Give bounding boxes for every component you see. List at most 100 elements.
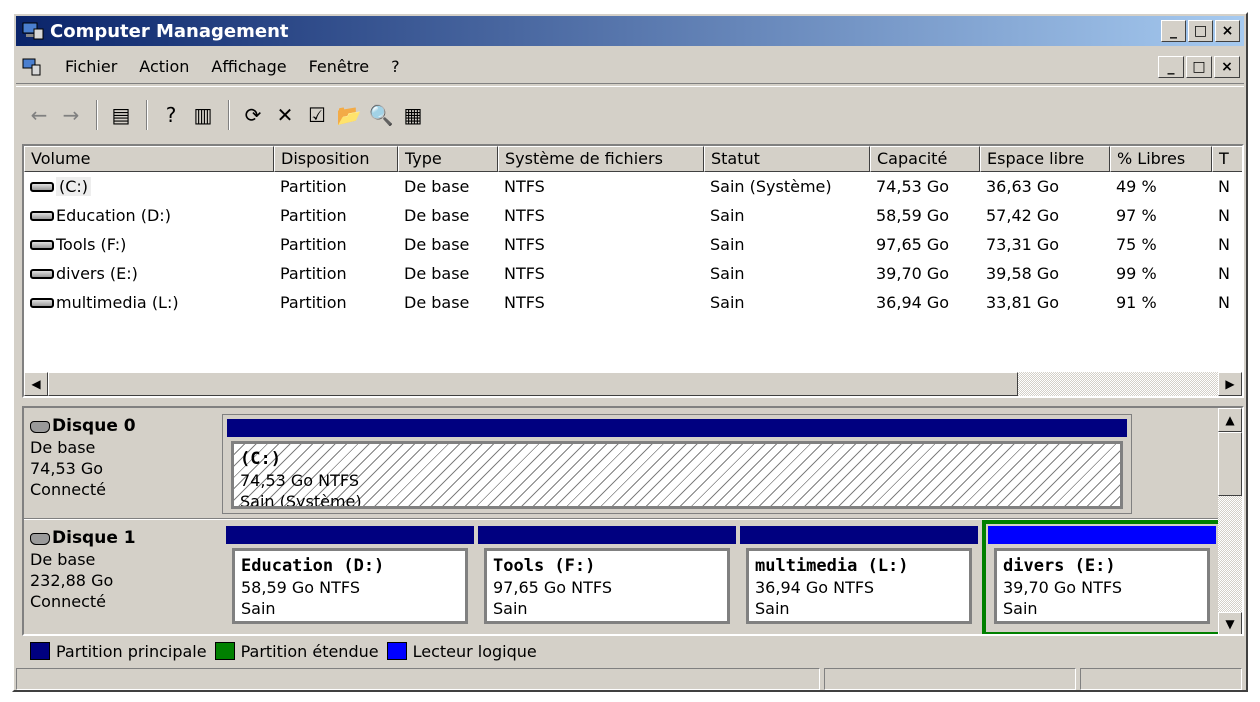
arrow-up-icon: ▲: [1225, 413, 1235, 427]
refresh-button[interactable]: ⟳: [238, 100, 268, 130]
computer-management-window: Computer Management _ □ × Fichier Action…: [12, 12, 1248, 692]
partition-status: Sain: [493, 599, 528, 618]
disk-graphical-view: Disque 0 De base 74,53 Go Connecté (C:) …: [22, 406, 1244, 636]
disposition-cell: Partition: [280, 206, 347, 225]
drive-icon: [30, 239, 54, 250]
disk-icon: [30, 532, 50, 545]
partition-size: 36,94 Go NTFS: [755, 578, 874, 597]
menu-help[interactable]: ?: [380, 57, 411, 76]
refresh-icon: ⟳: [244, 102, 262, 127]
properties-icon: ☑: [308, 102, 326, 127]
back-button[interactable]: ←: [24, 100, 54, 130]
disk-tool-button[interactable]: ▦: [398, 100, 428, 130]
close-button[interactable]: ×: [1215, 20, 1240, 42]
free-space-cell: 36,63 Go: [986, 177, 1060, 196]
delete-button[interactable]: ✕: [270, 100, 300, 130]
column-header-status[interactable]: Statut: [704, 146, 870, 172]
free-space-cell: 39,58 Go: [986, 264, 1060, 283]
capacity-cell: 97,65 Go: [876, 235, 950, 254]
vertical-scroll-thumb[interactable]: [1218, 432, 1242, 496]
status-cell: Sain: [710, 264, 745, 283]
forward-button[interactable]: →: [56, 100, 86, 130]
type-cell: De base: [404, 206, 470, 225]
partition-legend: Partition principale Partition étendue L…: [22, 636, 1244, 666]
free-space-cell: 57,42 Go: [986, 206, 1060, 225]
disk-0-partitions: (C:) 74,53 Go NTFS Sain (Système): [222, 414, 1132, 514]
menu-affichage[interactable]: Affichage: [200, 57, 297, 76]
menu-fichier[interactable]: Fichier: [54, 57, 128, 76]
partition-divers-e[interactable]: divers (E:) 39,70 Go NTFS Sain: [988, 526, 1216, 630]
partition-status: Sain: [1003, 599, 1038, 618]
column-header-free-space[interactable]: Espace libre: [980, 146, 1110, 172]
properties-button[interactable]: ☑: [302, 100, 332, 130]
window-title: Computer Management: [50, 20, 289, 42]
column-header-volume[interactable]: Volume: [24, 146, 274, 172]
partition-education-d[interactable]: Education (D:) 58,59 Go NTFS Sain: [226, 526, 474, 630]
type-cell: De base: [404, 293, 470, 312]
table-row[interactable]: (C:) Partition De base NTFS Sain (Systèm…: [24, 172, 1242, 201]
volume-cell: multimedia (L:): [56, 293, 179, 312]
disk-1-label[interactable]: Disque 1 De base 232,88 Go Connecté: [30, 528, 218, 612]
scroll-down-button[interactable]: ▼: [1218, 612, 1242, 634]
table-row[interactable]: Education (D:) Partition De base NTFS Sa…: [24, 201, 1242, 230]
disk-name: Disque 1: [52, 528, 136, 548]
extended-partition[interactable]: divers (E:) 39,70 Go NTFS Sain: [982, 520, 1222, 634]
minimize-button[interactable]: _: [1161, 20, 1186, 42]
table-row[interactable]: multimedia (L:) Partition De base NTFS S…: [24, 288, 1242, 317]
help-button[interactable]: ?: [156, 100, 186, 130]
scroll-left-button[interactable]: ◀: [24, 372, 48, 396]
column-header-percent-free[interactable]: % Libres: [1110, 146, 1212, 172]
t-cell: N: [1218, 177, 1230, 196]
menu-action[interactable]: Action: [128, 57, 200, 76]
column-header-capacity[interactable]: Capacité: [870, 146, 980, 172]
status-cell: Sain: [710, 235, 745, 254]
mdi-restore-button[interactable]: □: [1186, 56, 1212, 78]
disk-type: De base: [30, 550, 96, 569]
free-space-cell: 73,31 Go: [986, 235, 1060, 254]
table-row[interactable]: divers (E:) Partition De base NTFS Sain …: [24, 259, 1242, 288]
type-cell: De base: [404, 264, 470, 283]
table-row[interactable]: Tools (F:) Partition De base NTFS Sain 9…: [24, 230, 1242, 259]
free-space-cell: 33,81 Go: [986, 293, 1060, 312]
title-bar[interactable]: Computer Management _ □ ×: [16, 16, 1244, 46]
mdi-close-button[interactable]: ×: [1214, 56, 1240, 78]
maximize-button[interactable]: □: [1188, 20, 1213, 42]
menu-fenetre[interactable]: Fenêtre: [298, 57, 381, 76]
legend-extended-label: Partition étendue: [240, 641, 379, 661]
partition-multimedia-l[interactable]: multimedia (L:) 36,94 Go NTFS Sain: [740, 526, 978, 630]
drive-icon: [30, 210, 54, 221]
column-header-filesystem[interactable]: Système de fichiers: [498, 146, 704, 172]
horizontal-scroll-thumb[interactable]: [48, 372, 1018, 396]
scroll-right-button[interactable]: ▶: [1218, 372, 1242, 396]
volume-cell: Education (D:): [56, 206, 171, 225]
status-bar: [16, 668, 1244, 690]
scroll-up-button[interactable]: ▲: [1218, 408, 1242, 432]
partition-c[interactable]: (C:) 74,53 Go NTFS Sain (Système): [227, 419, 1127, 511]
show-hide-tree-button[interactable]: ▤: [106, 100, 136, 130]
arrow-left-icon: ◀: [31, 377, 41, 391]
drive-icon: [30, 181, 54, 192]
menu-bar: Fichier Action Affichage Fenêtre ? _ □ ×: [16, 50, 1244, 84]
partition-tools-f[interactable]: Tools (F:) 97,65 Go NTFS Sain: [478, 526, 736, 630]
status-cell: Sain: [710, 293, 745, 312]
vertical-scrollbar[interactable]: ▲ ▼: [1218, 408, 1242, 634]
drive-icon: [30, 297, 54, 308]
capacity-cell: 39,70 Go: [876, 264, 950, 283]
column-header-disposition[interactable]: Disposition: [274, 146, 398, 172]
horizontal-scrollbar[interactable]: ◀ ▶: [24, 372, 1242, 396]
volume-cell: divers (E:): [56, 264, 138, 283]
partition-size: 58,59 Go NTFS: [241, 578, 360, 597]
column-header-type[interactable]: Type: [398, 146, 498, 172]
volume-list[interactable]: Volume Disposition Type Système de fichi…: [22, 144, 1244, 398]
explore-button[interactable]: 🔍: [366, 100, 396, 130]
show-hide-action-pane-button[interactable]: ▥: [188, 100, 218, 130]
help-icon: ?: [165, 102, 177, 127]
mdi-window-icon[interactable]: [22, 57, 42, 77]
filesystem-cell: NTFS: [504, 235, 545, 254]
open-button[interactable]: 📂: [334, 100, 364, 130]
disk-0-label[interactable]: Disque 0 De base 74,53 Go Connecté: [30, 416, 218, 500]
primary-partition-bar: [478, 526, 736, 544]
column-header-t[interactable]: T: [1212, 146, 1242, 172]
mdi-minimize-button[interactable]: _: [1158, 56, 1184, 78]
partition-size: 74,53 Go NTFS: [240, 471, 359, 490]
